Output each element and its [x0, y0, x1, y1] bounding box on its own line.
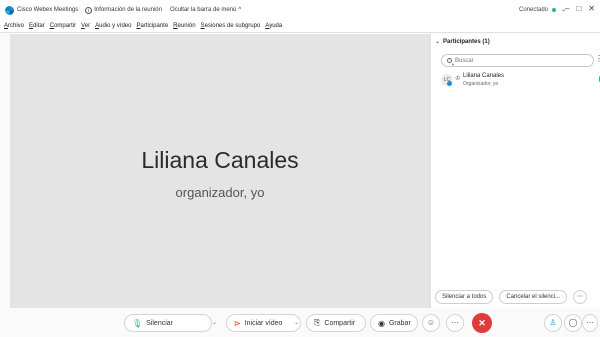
avatar: LC — [441, 74, 453, 86]
chat-button[interactable]: ◯ — [564, 314, 582, 332]
speaker-role: organizador, yo — [175, 185, 265, 200]
maximize-icon[interactable]: □ — [576, 4, 581, 13]
reactions-button[interactable]: ☺ — [422, 314, 440, 332]
menu-ver[interactable]: Ver — [81, 23, 90, 29]
participants-header[interactable]: ⌄ Participantes (1) — [435, 38, 490, 46]
panel-actions: Silenciar a todos Cancelar el silenci...… — [435, 290, 593, 304]
share-label: Compartir — [324, 319, 356, 327]
participants-icon: ♙ — [549, 318, 557, 327]
meeting-controls: 🎙 Silenciar ⌄ ⊳ Iniciar vídeo ⌄ ⎘ Compar… — [0, 308, 600, 337]
app-title: Cisco Webex Meetings — [17, 7, 79, 13]
participant-role: Organizador, yo — [463, 81, 499, 87]
video-stage: Liliana Canales organizador, yo — [10, 34, 430, 308]
webex-app-badge-icon — [447, 81, 452, 86]
connection-status-label: Conectado — [519, 6, 549, 13]
minimize-icon[interactable]: – — [565, 4, 569, 13]
more-options-button[interactable]: ⋯ — [573, 290, 588, 304]
more-options-button[interactable]: ⋯ — [446, 314, 464, 332]
participants-panel: ⌄ Participantes (1) Buscar ⋮ LC ♔ Lilian… — [430, 34, 600, 308]
participant-search-input[interactable]: Buscar — [441, 54, 594, 67]
menu-editar[interactable]: Editar — [29, 23, 45, 29]
hide-menu-bar-button[interactable]: Ocultar la barra de menú ^ — [170, 7, 241, 13]
start-video-button[interactable]: ⊳ Iniciar vídeo — [226, 314, 301, 332]
menu-bar: Archivo Editar Compartir Ver Audio y víd… — [0, 20, 600, 33]
more-icon: ⋯ — [586, 318, 594, 327]
video-camera-icon: ⊳ — [234, 318, 241, 328]
search-icon — [447, 58, 452, 63]
menu-reunion[interactable]: Reunión — [173, 23, 195, 29]
chevron-down-icon: ⌄ — [435, 39, 441, 45]
participant-row[interactable]: LC ♔ Liliana Canales Organizador, yo — [441, 72, 600, 90]
connection-status[interactable]: Conectado ⌄ — [519, 6, 566, 14]
hide-menu-bar-label: Ocultar la barra de menú — [169, 7, 237, 13]
webex-window: Cisco Webex Meetings i Información de la… — [0, 0, 600, 337]
audio-options-chevron-icon[interactable]: ⌄ — [212, 319, 217, 326]
mute-label: Silenciar — [146, 319, 174, 327]
participants-title: Participantes (1) — [443, 38, 490, 45]
smiley-icon: ☺ — [426, 318, 436, 327]
close-icon[interactable]: ✕ — [588, 4, 595, 13]
menu-sesiones-subgrupo[interactable]: Sesiones de subgrupo — [201, 23, 261, 29]
meeting-info-label: Información de la reunión — [94, 7, 162, 13]
title-bar: Cisco Webex Meetings i Información de la… — [0, 0, 600, 20]
more-options-icon[interactable]: ⋮ — [595, 54, 600, 63]
window-controls: – □ ✕ — [565, 4, 600, 13]
video-options-chevron-icon[interactable]: ⌄ — [294, 319, 299, 326]
start-video-label: Iniciar vídeo — [244, 319, 283, 327]
mute-button[interactable]: 🎙 Silenciar — [124, 314, 212, 332]
status-dot-icon — [552, 7, 557, 12]
menu-compartir[interactable]: Compartir — [50, 23, 76, 29]
chevron-up-icon: ^ — [238, 7, 242, 13]
menu-archivo[interactable]: Archivo — [4, 23, 24, 29]
webex-logo-icon — [5, 5, 14, 15]
microphone-icon: 🎙 — [132, 318, 143, 328]
info-icon: i — [85, 6, 93, 14]
more-icon: ⋯ — [451, 318, 459, 327]
share-screen-icon: ⎘ — [314, 318, 321, 327]
speaker-name: Liliana Canales — [141, 147, 299, 173]
end-meeting-button[interactable]: ✕ — [472, 313, 492, 333]
record-label: Grabar — [388, 319, 411, 327]
share-button[interactable]: ⎘ Compartir — [306, 314, 366, 332]
menu-participante[interactable]: Participante — [136, 23, 168, 29]
menu-audio-video[interactable]: Audio y vídeo — [95, 23, 131, 29]
record-icon: ◉ — [378, 318, 385, 328]
host-icon: ♔ — [455, 76, 461, 82]
search-placeholder: Buscar — [455, 57, 474, 64]
participants-button[interactable]: ♙ — [544, 314, 562, 332]
mute-all-button[interactable]: Silenciar a todos — [435, 290, 494, 304]
record-button[interactable]: ◉ Grabar — [370, 314, 418, 332]
panel-more-button[interactable]: ⋯ — [582, 314, 598, 332]
chat-icon: ◯ — [568, 318, 578, 327]
participant-name: Liliana Canales — [463, 73, 505, 79]
menu-ayuda[interactable]: Ayuda — [265, 23, 282, 29]
close-icon: ✕ — [478, 318, 486, 328]
unmute-all-button[interactable]: Cancelar el silenci... — [499, 290, 568, 304]
meeting-info-button[interactable]: i Información de la reunión — [85, 6, 162, 14]
